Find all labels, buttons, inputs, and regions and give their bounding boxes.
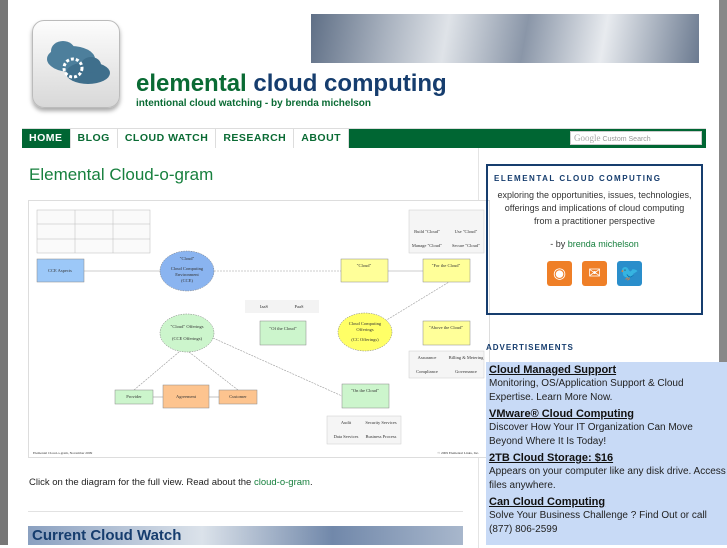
ad-item: 2TB Cloud Storage: $16 Appears on your co… [489,451,726,491]
for-the-cloud-label: "For the Cloud" [432,263,461,268]
svg-text:Governance: Governance [455,369,477,374]
nav-about[interactable]: ABOUT [294,129,350,148]
services-table: Audit Security Services Data Services Busi… [326,415,402,445]
author-line: - by brenda michelson [550,239,639,249]
nav-home[interactable]: HOME [22,129,71,148]
ads-block: Cloud Managed Support Monitoring, OS/Appl… [486,362,727,545]
about-box: ELEMENTAL CLOUD COMPUTING exploring the … [486,164,703,315]
svg-text:Billing & Metering: Billing & Metering [449,355,484,360]
svg-text:Build "Cloud": Build "Cloud" [414,229,440,234]
email-icon[interactable]: ✉ [582,261,607,286]
cc-offerings-label: (CC Offerings) [351,337,379,342]
cloud-offerings-label: "Cloud" Offerings [171,324,204,329]
build-use-table: Build "Cloud" Use "Cloud" Manage "Cloud" S… [408,209,485,254]
twitter-icon[interactable]: 🐦 [617,261,642,286]
svg-text:Manage "Cloud": Manage "Cloud" [412,243,442,248]
ad-item: VMware® Cloud Computing Discover How Your… [489,407,724,449]
site-title[interactable]: elemental cloud computing [136,70,447,98]
header-cloud-image [311,14,699,63]
cce-label: "Cloud" [180,256,195,261]
cloud-o-gram-link[interactable]: cloud-o-gram [254,477,310,488]
of-the-cloud-label: "Of the Cloud" [269,326,296,331]
about-box-title: ELEMENTAL CLOUD COMPUTING [494,174,662,183]
svg-text:Use "Cloud": Use "Cloud" [455,229,478,234]
cloud-box-label: "Cloud" [357,263,372,268]
about-description: exploring the opportunities, issues, tec… [497,190,692,226]
cloud-o-gram-diagram[interactable]: CCE Aspects "Cloud" Cloud Computing Envi… [28,200,490,458]
ad-link[interactable]: 2TB Cloud Storage: $16 [489,451,724,465]
section-divider [28,511,463,512]
cc-offerings-ellipse [337,312,393,352]
ad-link[interactable]: Cloud Managed Support [489,363,724,377]
agreement-label: Agreement [176,394,197,399]
author-link[interactable]: brenda michelson [568,239,639,249]
ad-item: Can Cloud Computing Solve Your Business C… [489,495,724,537]
cce-aspects-label: CCE Aspects [48,268,72,273]
customer-label: Customer [229,394,247,399]
cloud-offerings-ellipse [159,313,215,353]
svg-text:Assurance: Assurance [418,355,437,360]
cce-label: Environment [175,272,199,277]
current-cloud-watch-heading: Current Cloud Watch [28,526,463,545]
ad-link[interactable]: VMware® Cloud Computing [489,407,724,421]
cloud-gear-icon [47,41,110,84]
nav-blog[interactable]: BLOG [70,129,118,148]
svg-text:Security Services: Security Services [365,420,397,425]
nav-research[interactable]: RESEARCH [216,129,295,148]
ads-heading: ADVERTISEMENTS [486,343,574,352]
main-nav: HOME BLOG CLOUD WATCH RESEARCH ABOUT Goo… [22,128,706,148]
provider-label: Provider [126,394,142,399]
cc-offerings-label: Offerings [356,327,373,332]
on-the-cloud-label: "On the Cloud" [351,388,379,393]
search-input[interactable]: Google Custom Search [570,131,702,145]
ad-link[interactable]: Can Cloud Computing [489,495,724,509]
rss-icon[interactable]: ◉ [547,261,572,286]
post-title[interactable]: Elemental Cloud-o-gram [29,165,213,185]
cce-label: Cloud Computing [171,266,204,271]
diagram-footer-left: Elemental Cloud-o-gram, November 2009 [33,451,93,456]
svg-text:Business Process: Business Process [366,434,397,439]
iaas-label: IaaS [260,304,268,309]
left-edge [0,0,8,545]
svg-text:Secure "Cloud": Secure "Cloud" [452,243,480,248]
site-tagline: intentional cloud watching - by brenda m… [136,98,372,109]
cce-label: (CCE) [181,278,193,283]
diagram-caption: Click on the diagram for the full view. … [29,477,313,488]
nav-cloud-watch[interactable]: CLOUD WATCH [117,129,217,148]
aspects-table [36,209,151,254]
diagram-footer-right: © 2009 Elemental Links, Inc. [437,450,479,456]
svg-text:Compliance: Compliance [416,369,438,374]
site-logo[interactable] [32,20,120,108]
cloud-offerings-label: (CCE Offerings) [172,336,203,341]
of-the-cloud-box [259,320,307,346]
svg-text:Audit: Audit [341,420,352,425]
assurance-table: Assurance Billing & Metering Compliance Go… [408,350,485,379]
svg-text:Data Services: Data Services [334,434,359,439]
ad-item: Cloud Managed Support Monitoring, OS/Appl… [489,363,724,405]
paas-label: PaaS [295,304,304,309]
iaas-paas-box [245,300,319,313]
cc-offerings-label: Cloud Computing [349,321,382,326]
above-the-cloud-label: "Above the Cloud" [429,325,464,330]
